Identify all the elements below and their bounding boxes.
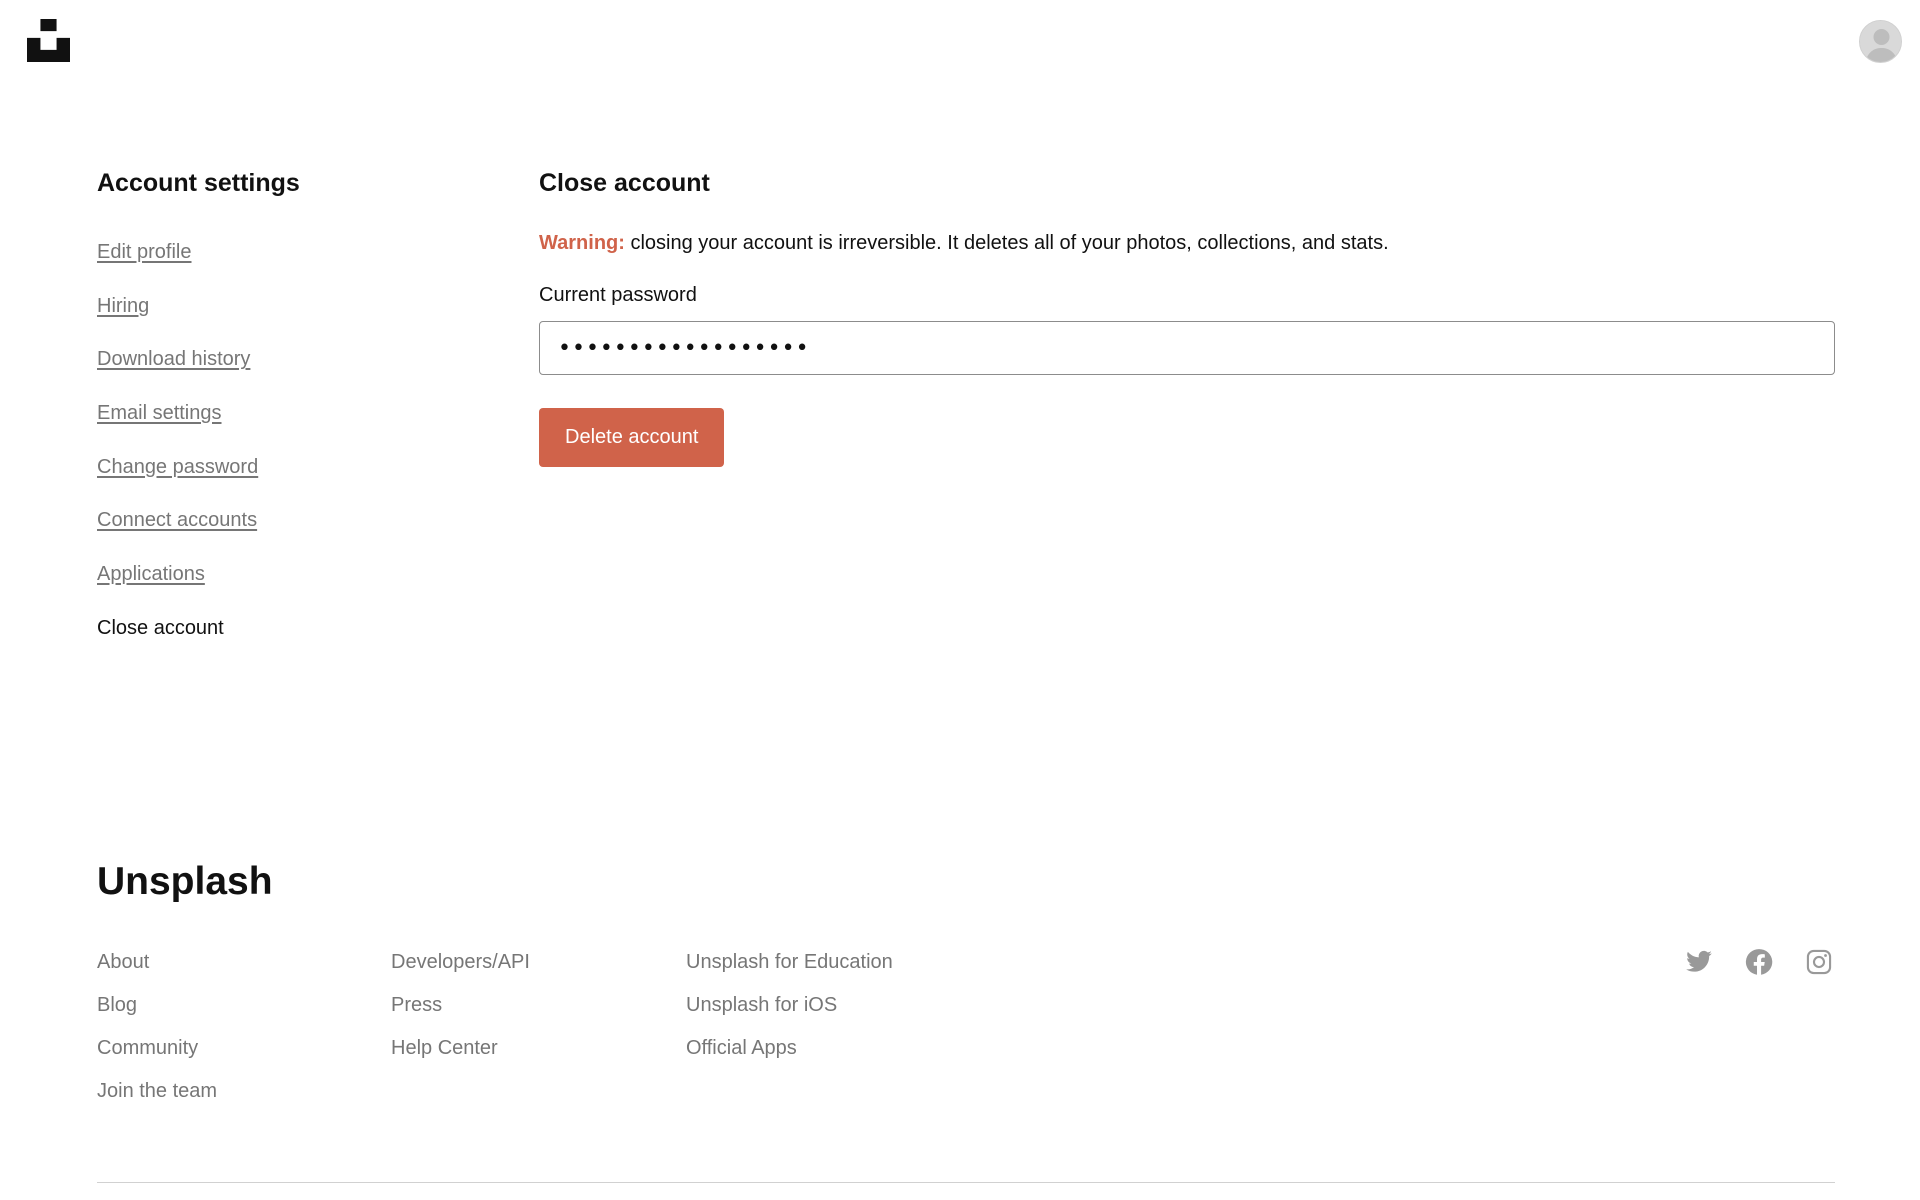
sidebar-item-applications: Applications xyxy=(97,560,457,614)
sidebar-link-email-settings[interactable]: Email settings xyxy=(97,402,222,424)
footer-link-official-apps[interactable]: Official Apps xyxy=(686,1034,1086,1077)
user-avatar-icon[interactable] xyxy=(1859,20,1902,63)
footer-link-unsplash-for-education[interactable]: Unsplash for Education xyxy=(686,948,1086,991)
sidebar-link-change-password[interactable]: Change password xyxy=(97,456,258,478)
footer-col-products: Unsplash for Education Unsplash for iOS … xyxy=(686,948,1086,1077)
instagram-icon[interactable] xyxy=(1805,948,1833,976)
footer-link-about[interactable]: About xyxy=(97,948,387,991)
sidebar-link-edit-profile[interactable]: Edit profile xyxy=(97,241,192,263)
footer-link-community[interactable]: Community xyxy=(97,1034,387,1077)
current-password-input[interactable] xyxy=(539,321,1835,375)
footer-col-resources: Developers/API Press Help Center xyxy=(391,948,681,1077)
sidebar-link-close-account[interactable]: Close account xyxy=(97,617,224,639)
header xyxy=(0,0,1920,100)
unsplash-logo-icon[interactable] xyxy=(27,19,70,62)
sidebar-link-applications[interactable]: Applications xyxy=(97,563,205,585)
sidebar-item-edit-profile: Edit profile xyxy=(97,238,457,292)
sidebar-item-email-settings: Email settings xyxy=(97,399,457,453)
sidebar-item-close-account: Close account xyxy=(97,614,457,668)
footer-divider xyxy=(97,1182,1835,1183)
footer-link-developers-api[interactable]: Developers/API xyxy=(391,948,681,991)
footer-link-unsplash-for-ios[interactable]: Unsplash for iOS xyxy=(686,991,1086,1034)
sidebar-link-hiring[interactable]: Hiring xyxy=(97,295,149,317)
sidebar-title: Account settings xyxy=(97,169,300,197)
page-title: Close account xyxy=(539,169,710,197)
warning-message: Warning: closing your account is irrever… xyxy=(539,229,1835,257)
close-account-panel: Close account Warning: closing your acco… xyxy=(539,166,1835,467)
footer-col-company: About Blog Community Join the team xyxy=(97,948,387,1120)
settings-nav: Edit profile Hiring Download history Ema… xyxy=(97,238,457,668)
sidebar-link-download-history[interactable]: Download history xyxy=(97,348,250,370)
footer-link-press[interactable]: Press xyxy=(391,991,681,1034)
current-password-label: Current password xyxy=(539,284,697,306)
sidebar-item-hiring: Hiring xyxy=(97,292,457,346)
footer: Unsplash About Blog Community Join the t… xyxy=(97,855,1835,1183)
twitter-icon[interactable] xyxy=(1685,948,1713,976)
footer-link-help-center[interactable]: Help Center xyxy=(391,1034,681,1077)
settings-sidebar: Account settings Edit profile Hiring Dow… xyxy=(97,166,457,668)
footer-brand: Unsplash xyxy=(97,860,273,903)
footer-link-blog[interactable]: Blog xyxy=(97,991,387,1034)
sidebar-item-connect-accounts: Connect accounts xyxy=(97,506,457,560)
sidebar-item-change-password: Change password xyxy=(97,453,457,507)
sidebar-link-connect-accounts[interactable]: Connect accounts xyxy=(97,509,257,531)
warning-text: closing your account is irreversible. It… xyxy=(624,232,1389,254)
warning-label: Warning: xyxy=(539,232,625,254)
facebook-icon[interactable] xyxy=(1745,948,1773,976)
delete-account-button[interactable]: Delete account xyxy=(539,408,725,467)
sidebar-item-download-history: Download history xyxy=(97,345,457,399)
social-links xyxy=(1685,948,1833,976)
footer-link-join-the-team[interactable]: Join the team xyxy=(97,1077,387,1120)
